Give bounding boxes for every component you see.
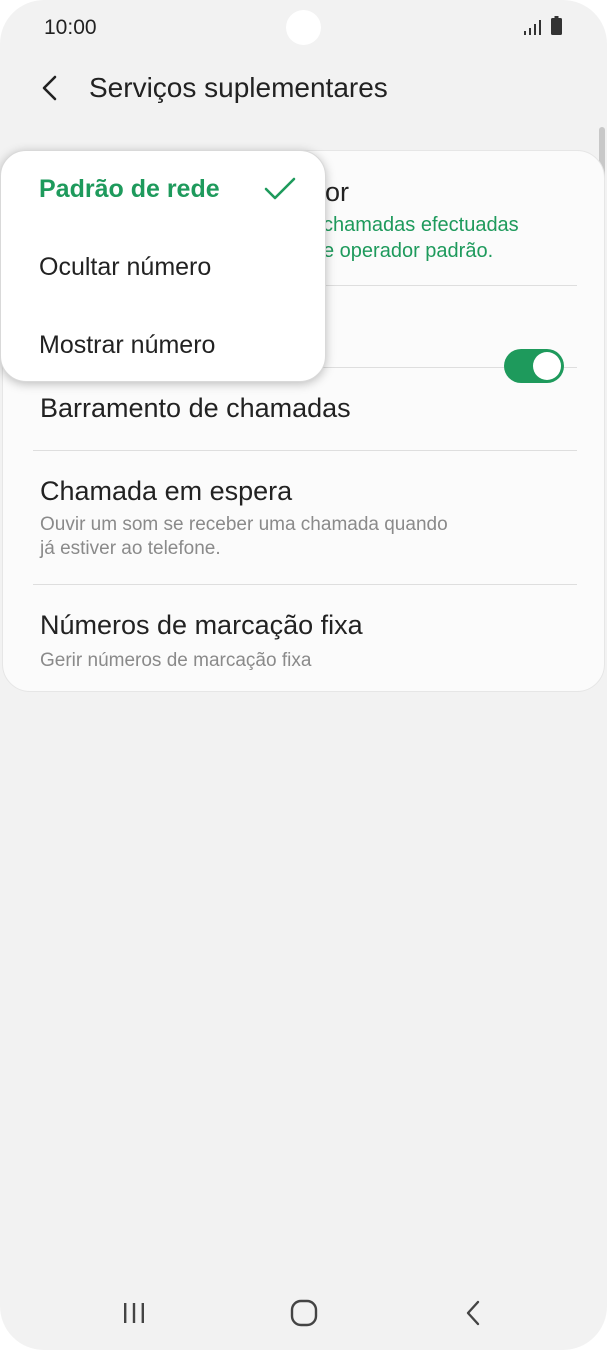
caller-id-subtitle-2: e operador padrão. [323,240,494,262]
home-icon [290,1299,318,1327]
option-label: Mostrar número [39,331,216,359]
toggle-knob [533,352,561,380]
signal-icon [524,20,541,35]
option-label: Padrão de rede [39,175,220,203]
call-waiting-subtitle-2: já estiver ao telefone. [40,538,221,559]
call-waiting-subtitle-1: Ouvir um som se receber uma chamada quan… [40,514,448,535]
option-label: Ocultar número [39,253,212,281]
status-time: 10:00 [44,16,97,39]
nav-back-button[interactable] [444,1288,504,1338]
navigation-bar [0,1278,607,1350]
call-waiting-toggle[interactable] [504,349,564,383]
recents-icon [124,1303,144,1323]
check-icon [264,177,296,200]
caller-id-title: or [325,177,350,207]
call-barring-title: Barramento de chamadas [40,393,351,423]
phone-screen: 10:00 Serviços suplementares or chamadas… [0,0,607,1350]
camera-cutout [286,10,321,45]
app-header: Serviços suplementares [0,60,607,120]
fixed-dialing-title: Números de marcação fixa [40,610,363,640]
back-arrow-icon [42,75,57,101]
home-button[interactable] [274,1288,334,1338]
recents-button[interactable] [104,1288,164,1338]
call-waiting-row[interactable]: Chamada em espera Ouvir um som se recebe… [3,451,604,585]
fixed-dialing-row[interactable]: Números de marcação fixa Gerir números d… [3,585,604,691]
caller-id-popup-menu: Padrão de rede Ocultar número Mostrar nú… [0,150,326,382]
call-waiting-title: Chamada em espera [40,476,293,506]
option-hide-number[interactable]: Ocultar número [1,229,327,307]
back-button[interactable] [30,68,70,108]
option-show-number[interactable]: Mostrar número [1,307,327,385]
fixed-dialing-subtitle: Gerir números de marcação fixa [40,650,312,671]
option-network-default[interactable]: Padrão de rede [1,151,327,229]
nav-back-icon [466,1300,480,1326]
caller-id-subtitle-1: chamadas efectuadas [323,214,519,236]
status-bar: 10:00 [0,0,607,56]
page-title: Serviços suplementares [89,72,388,103]
battery-icon [551,16,562,35]
